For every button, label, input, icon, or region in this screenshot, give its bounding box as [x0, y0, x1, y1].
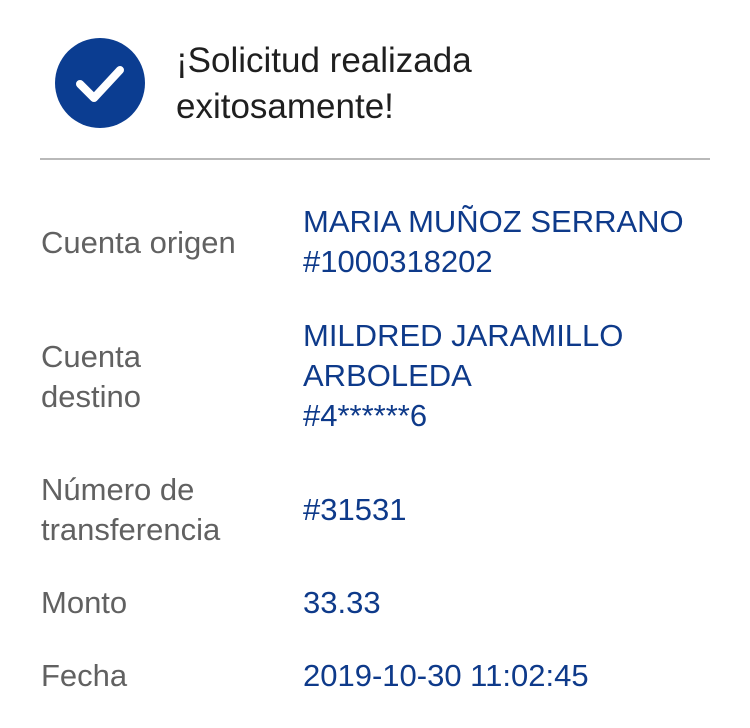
destination-account-value: MILDRED JARAMILLO ARBOLEDA #4******6	[303, 316, 733, 436]
success-title-line2: exitosamente!	[176, 87, 394, 126]
transfer-label-line2: transferencia	[41, 512, 221, 547]
amount-label: Monto	[41, 585, 128, 620]
success-title: ¡Solicitud realizada exitosamente!	[176, 38, 716, 130]
origin-account-value: MARIA MUÑOZ SERRANO #1000318202	[303, 202, 733, 282]
check-circle-icon	[55, 38, 145, 128]
transfer-number-value: #31531	[303, 492, 407, 527]
transfer-label-line1: Número de	[41, 472, 195, 507]
origin-account-label: Cuenta origen	[41, 225, 236, 260]
destination-account-number: #4******6	[303, 398, 428, 433]
destination-name-line1: MILDRED JARAMILLO	[303, 318, 624, 353]
destination-label-line2: destino	[41, 379, 141, 414]
success-title-line1: ¡Solicitud realizada	[176, 41, 472, 80]
destination-label-line1: Cuenta	[41, 339, 141, 374]
header-divider	[40, 158, 710, 160]
destination-name-line2: ARBOLEDA	[303, 358, 472, 393]
checkmark-icon	[76, 66, 124, 102]
origin-account-name: MARIA MUÑOZ SERRANO	[303, 204, 684, 239]
date-label: Fecha	[41, 658, 128, 693]
date-value: 2019-10-30 11:02:45	[303, 658, 589, 693]
origin-account-number: #1000318202	[303, 244, 493, 279]
amount-value: 33.33	[303, 585, 381, 620]
destination-account-label: Cuenta destino	[41, 337, 286, 417]
confirmation-header: ¡Solicitud realizada exitosamente!	[0, 0, 750, 160]
transfer-number-label: Número de transferencia	[41, 470, 286, 550]
